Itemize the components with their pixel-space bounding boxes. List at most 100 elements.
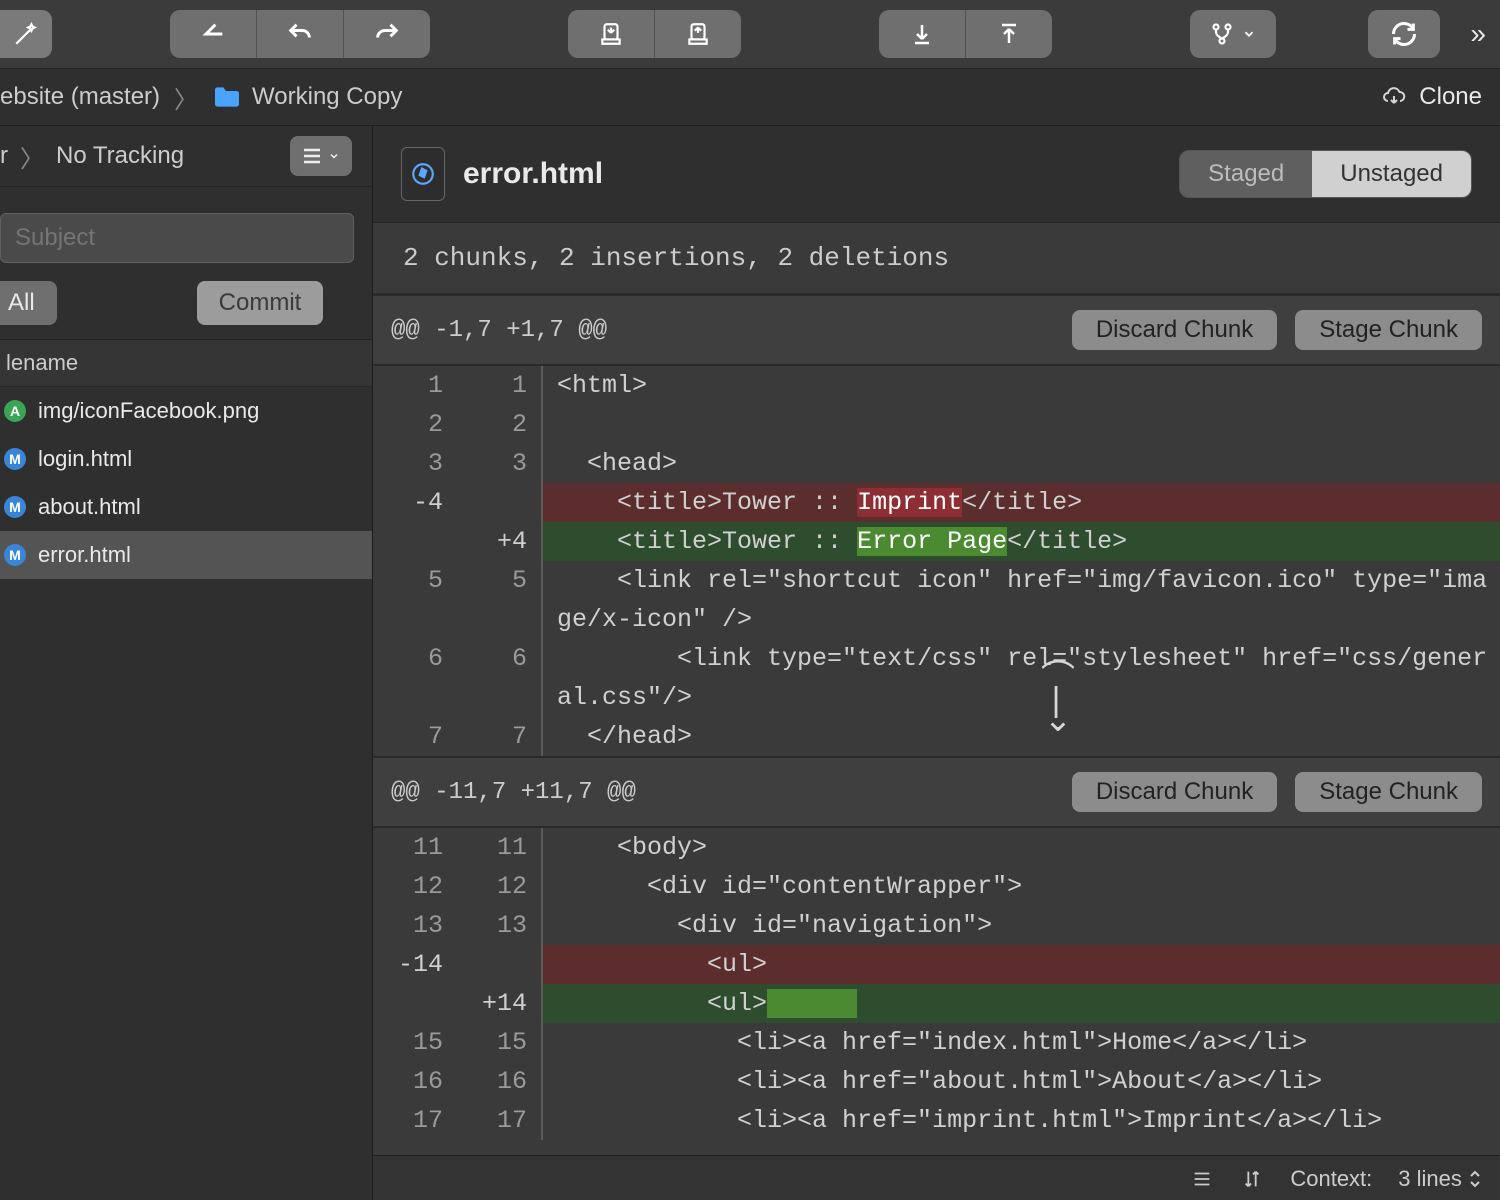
- file-name-label: error.html: [38, 542, 131, 568]
- sync-group: [879, 10, 1052, 58]
- discard-chunk-button[interactable]: Discard Chunk: [1072, 772, 1277, 812]
- back-icon: [199, 20, 227, 48]
- old-line-number: 12: [373, 867, 457, 906]
- stage-chunk-button[interactable]: Stage Chunk: [1295, 310, 1482, 350]
- line-content: <body>: [543, 828, 1500, 867]
- discard-chunk-button[interactable]: Discard Chunk: [1072, 310, 1277, 350]
- commit-subject-input[interactable]: [0, 213, 354, 263]
- file-row[interactable]: Mlogin.html: [0, 435, 372, 483]
- diff-line[interactable]: 1111 <body>: [373, 828, 1500, 867]
- stash-pop-button[interactable]: [655, 10, 741, 58]
- context-value[interactable]: 3 lines: [1398, 1166, 1482, 1192]
- files-column-header[interactable]: lename: [0, 340, 372, 387]
- diff-line[interactable]: 1313 <div id="navigation">: [373, 906, 1500, 945]
- diff-line[interactable]: 22: [373, 405, 1500, 444]
- new-line-number: 16: [457, 1062, 543, 1101]
- diff-line[interactable]: +4 <title>Tower :: Error Page</title>: [373, 522, 1500, 561]
- old-line-number: 5: [373, 561, 457, 639]
- new-line-number: 5: [457, 561, 543, 639]
- new-line-number: 2: [457, 405, 543, 444]
- line-content: <li><a href="imprint.html">Imprint</a></…: [543, 1101, 1500, 1140]
- magic-wand-button[interactable]: [0, 10, 52, 58]
- file-row[interactable]: Aimg/iconFacebook.png: [0, 387, 372, 435]
- magic-wand-icon: [13, 21, 39, 47]
- refresh-button[interactable]: [1368, 10, 1440, 58]
- undo-button[interactable]: [257, 10, 344, 58]
- diff-line[interactable]: 1717 <li><a href="imprint.html">Imprint<…: [373, 1101, 1500, 1140]
- new-line-number: [457, 483, 543, 522]
- diff-line[interactable]: 11<html>: [373, 366, 1500, 405]
- overflow-icon[interactable]: »: [1470, 18, 1486, 50]
- diff-chunks: @@ -1,7 +1,7 @@ Discard Chunk Stage Chunk 1…: [373, 294, 1500, 1155]
- breadcrumb-repo[interactable]: ebsite (master): [0, 83, 160, 111]
- file-list: Aimg/iconFacebook.pngMlogin.htmlMabout.h…: [0, 387, 372, 1200]
- old-line-number: 3: [373, 444, 457, 483]
- sidebar: r 〉 No Tracking All Commit lename Aimg/i…: [0, 126, 373, 1200]
- line-content: <li><a href="index.html">Home</a></li>: [543, 1023, 1500, 1062]
- undo-icon: [286, 20, 314, 48]
- branch-menu-button[interactable]: [1190, 10, 1276, 58]
- new-line-number: [457, 945, 543, 984]
- push-button[interactable]: [966, 10, 1052, 58]
- stepper-icon: [1468, 1169, 1482, 1189]
- folder-icon: [212, 85, 242, 109]
- diff-line[interactable]: 33 <head>: [373, 444, 1500, 483]
- tracking-status[interactable]: No Tracking: [56, 142, 184, 170]
- indent-icon[interactable]: [1190, 1168, 1214, 1190]
- diff-line[interactable]: 1515 <li><a href="index.html">Home</a></…: [373, 1023, 1500, 1062]
- line-content: <ul>: [543, 945, 1500, 984]
- diff-line[interactable]: 1616 <li><a href="about.html">About</a><…: [373, 1062, 1500, 1101]
- new-line-number: 11: [457, 828, 543, 867]
- menu-icon: [302, 148, 322, 164]
- chunk-header: @@ -11,7 +11,7 @@Discard ChunkStage Chun…: [373, 756, 1500, 828]
- old-line-number: 1: [373, 366, 457, 405]
- file-name-label: img/iconFacebook.png: [38, 398, 259, 424]
- old-line-number: 7: [373, 717, 457, 756]
- line-content: <title>Tower :: Error Page</title>: [543, 522, 1500, 561]
- pull-button[interactable]: [879, 10, 966, 58]
- staged-tab[interactable]: Staged: [1180, 151, 1312, 197]
- diff-summary: 2 chunks, 2 insertions, 2 deletions: [373, 223, 1500, 294]
- new-line-number: 12: [457, 867, 543, 906]
- stage-chunk-button[interactable]: Stage Chunk: [1295, 772, 1482, 812]
- diff-line[interactable]: -14 <ul>: [373, 945, 1500, 984]
- diff-line[interactable]: 66 <link type="text/css" rel="stylesheet…: [373, 639, 1500, 717]
- new-line-number: 3: [457, 444, 543, 483]
- toolbar: »: [0, 0, 1500, 69]
- breadcrumb-working-copy[interactable]: Working Copy: [212, 83, 402, 111]
- old-line-number: 15: [373, 1023, 457, 1062]
- line-content: [543, 405, 1500, 444]
- redo-button[interactable]: [344, 10, 430, 58]
- line-content: <head>: [543, 444, 1500, 483]
- chunk-range: @@ -1,7 +1,7 @@: [391, 317, 607, 344]
- back-button[interactable]: [170, 10, 257, 58]
- diff-line[interactable]: 55 <link rel="shortcut icon" href="img/f…: [373, 561, 1500, 639]
- old-line-number: 2: [373, 405, 457, 444]
- diff-line[interactable]: +14 <ul>: [373, 984, 1500, 1023]
- old-line-number: 13: [373, 906, 457, 945]
- diff-footer: Context: 3 lines: [373, 1155, 1500, 1200]
- file-row[interactable]: Merror.html: [0, 531, 372, 579]
- line-content: <li><a href="about.html">About</a></li>: [543, 1062, 1500, 1101]
- working-copy-label: Working Copy: [252, 83, 402, 111]
- clone-button[interactable]: Clone: [1379, 83, 1482, 111]
- line-content: <html>: [543, 366, 1500, 405]
- file-row[interactable]: Mabout.html: [0, 483, 372, 531]
- old-line-number: 6: [373, 639, 457, 717]
- diff-line[interactable]: -4 <title>Tower :: Imprint</title>: [373, 483, 1500, 522]
- location-bar: ebsite (master) 〉 Working Copy Clone: [0, 69, 1500, 126]
- unstaged-tab[interactable]: Unstaged: [1312, 151, 1471, 197]
- chunk-body[interactable]: 1111 <body>1212 <div id="contentWrapper"…: [373, 828, 1500, 1140]
- diff-line[interactable]: 77 </head>: [373, 717, 1500, 756]
- old-line-number: 17: [373, 1101, 457, 1140]
- new-line-number: 6: [457, 639, 543, 717]
- sort-icon[interactable]: [1240, 1168, 1264, 1190]
- stash-save-button[interactable]: [568, 10, 655, 58]
- diff-line[interactable]: 1212 <div id="contentWrapper">: [373, 867, 1500, 906]
- sidebar-menu-button[interactable]: [290, 136, 352, 176]
- stage-all-button[interactable]: All: [0, 281, 57, 325]
- chunk-body[interactable]: 11<html>2233 <head>-4 <title>Tower :: Im…: [373, 366, 1500, 756]
- push-icon: [997, 21, 1021, 47]
- commit-button[interactable]: Commit: [197, 281, 324, 325]
- old-line-number: 11: [373, 828, 457, 867]
